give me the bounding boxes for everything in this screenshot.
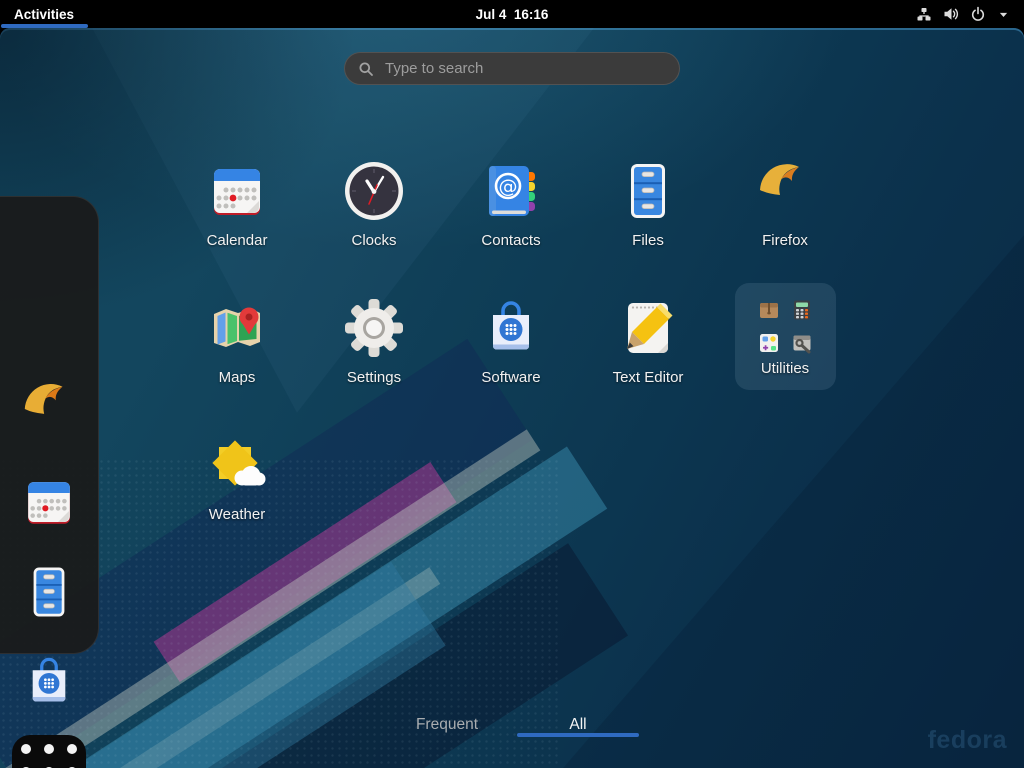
settings-gear-icon bbox=[342, 296, 406, 360]
app-tile-contacts[interactable]: Contacts bbox=[456, 159, 566, 249]
dash-panel bbox=[0, 196, 99, 654]
overview-background: Calendar Clocks Contacts Files Firefox M… bbox=[0, 28, 1024, 768]
text-editor-icon bbox=[616, 296, 680, 360]
app-label: Clocks bbox=[319, 232, 429, 249]
power-icon bbox=[970, 6, 986, 22]
calculator-icon bbox=[790, 298, 814, 322]
top-bar: Activities Jul 4 16:16 bbox=[0, 0, 1024, 28]
app-grid-icon bbox=[21, 744, 77, 768]
files-icon bbox=[20, 563, 78, 621]
app-tile-files[interactable]: Files bbox=[593, 159, 703, 249]
app-folder-utilities[interactable]: Utilities bbox=[730, 283, 840, 390]
clock-label: Jul 4 16:16 bbox=[476, 7, 549, 22]
wallpaper-glow bbox=[0, 28, 1024, 768]
app-label: Settings bbox=[319, 369, 429, 386]
app-label: Software bbox=[456, 369, 566, 386]
archive-manager-icon bbox=[757, 298, 781, 322]
app-label: Firefox bbox=[730, 232, 840, 249]
chevron-down-icon bbox=[997, 8, 1010, 21]
tab-active-indicator bbox=[517, 733, 639, 737]
app-label: Weather bbox=[182, 506, 292, 523]
contacts-icon bbox=[479, 159, 543, 223]
clock-menu-button[interactable]: Jul 4 16:16 bbox=[476, 0, 549, 28]
software-bag-icon bbox=[20, 653, 78, 711]
gnome-activities-overview: Activities Jul 4 16:16 bbox=[0, 0, 1024, 768]
calendar-icon bbox=[20, 473, 78, 531]
app-tile-software[interactable]: Software bbox=[456, 296, 566, 386]
system-status-menu[interactable] bbox=[910, 0, 1016, 28]
wallpaper-facet bbox=[0, 28, 1024, 768]
app-tile-text-editor[interactable]: Text Editor bbox=[593, 296, 703, 386]
firefox-icon bbox=[18, 379, 80, 441]
app-tile-firefox[interactable]: Firefox bbox=[730, 159, 840, 249]
activities-label: Activities bbox=[14, 7, 74, 22]
search-input[interactable] bbox=[383, 59, 679, 78]
app-label: Text Editor bbox=[593, 369, 703, 386]
disks-icon bbox=[790, 331, 814, 355]
fedora-watermark: fedora bbox=[928, 726, 1007, 755]
firefox-icon bbox=[753, 159, 817, 223]
dash-item-firefox[interactable] bbox=[18, 379, 80, 446]
volume-icon bbox=[943, 6, 959, 22]
app-tile-calendar[interactable]: Calendar bbox=[182, 159, 292, 249]
dash-item-files[interactable] bbox=[20, 563, 78, 626]
weather-icon bbox=[205, 433, 269, 497]
search-icon bbox=[358, 61, 374, 77]
app-label: Utilities bbox=[735, 360, 836, 377]
calendar-icon bbox=[205, 159, 269, 223]
app-label: Contacts bbox=[456, 232, 566, 249]
app-tile-settings[interactable]: Settings bbox=[319, 296, 429, 386]
clocks-icon bbox=[342, 159, 406, 223]
app-label: Maps bbox=[182, 369, 292, 386]
search-bar bbox=[344, 52, 680, 85]
app-tile-weather[interactable]: Weather bbox=[182, 433, 292, 523]
activities-active-indicator bbox=[1, 24, 88, 28]
app-tile-clocks[interactable]: Clocks bbox=[319, 159, 429, 249]
app-label: Files bbox=[593, 232, 703, 249]
maps-icon bbox=[205, 296, 269, 360]
dash-item-calendar[interactable] bbox=[20, 473, 78, 536]
folder-background: Utilities bbox=[735, 283, 836, 390]
tab-frequent[interactable]: Frequent bbox=[387, 712, 507, 738]
app-tile-maps[interactable]: Maps bbox=[182, 296, 292, 386]
files-icon bbox=[616, 159, 680, 223]
dash-item-software[interactable] bbox=[20, 653, 78, 716]
activities-button[interactable]: Activities bbox=[0, 0, 88, 28]
characters-icon bbox=[757, 331, 781, 355]
show-applications-button[interactable] bbox=[12, 735, 86, 768]
network-wired-icon bbox=[916, 6, 932, 22]
app-label: Calendar bbox=[182, 232, 292, 249]
folder-icon-grid bbox=[735, 298, 836, 355]
software-bag-icon bbox=[479, 296, 543, 360]
tab-label: Frequent bbox=[416, 716, 478, 733]
tab-label: All bbox=[569, 716, 586, 733]
wallpaper-facet bbox=[0, 28, 1024, 768]
